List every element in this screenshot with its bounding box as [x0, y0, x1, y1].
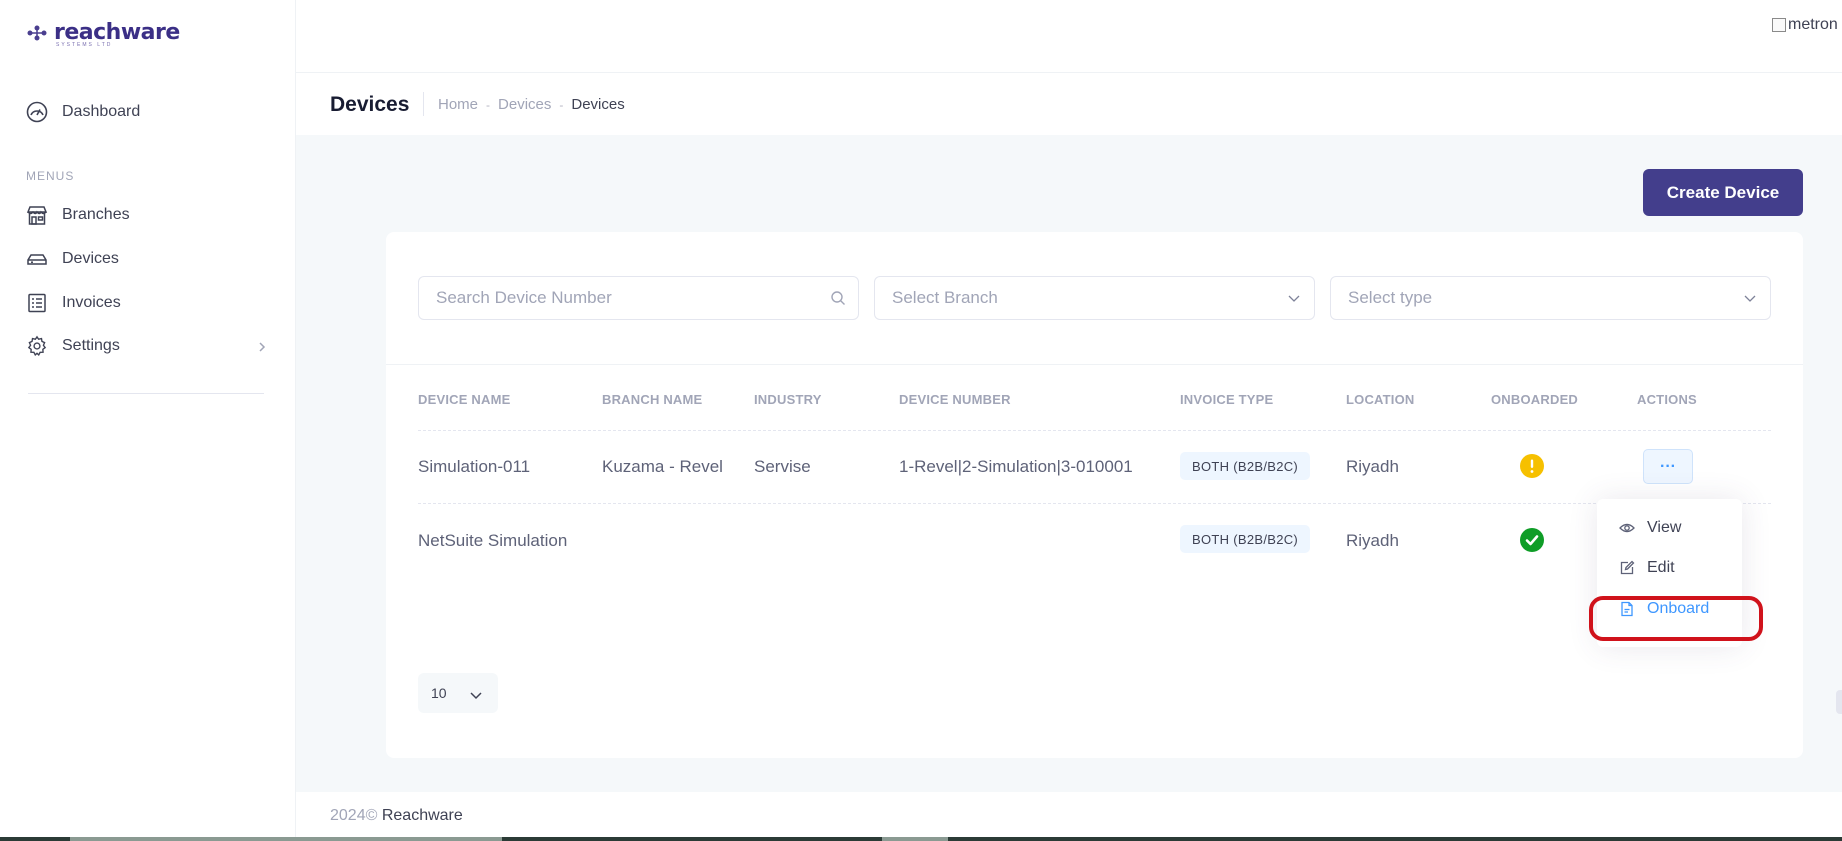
sidebar-item-dashboard[interactable]: Dashboard [26, 98, 140, 126]
store-icon [26, 204, 48, 226]
sidebar-item-branches[interactable]: Branches [26, 201, 130, 229]
menu-item-label: Edit [1647, 559, 1675, 576]
column-header-industry[interactable]: INDUSTRY [754, 392, 822, 407]
menus-section-title: MENUS [26, 169, 75, 183]
taskbar [0, 837, 1842, 841]
create-device-button[interactable]: Create Device [1643, 169, 1803, 216]
chevron-down-icon [1286, 290, 1302, 306]
sidebar-item-invoices[interactable]: Invoices [26, 289, 121, 317]
cell-device-number: 1-Revel|2-Simulation|3-010001 [899, 457, 1133, 476]
chevron-down-icon [470, 688, 482, 704]
sidebar-item-label: Dashboard [62, 103, 141, 120]
breadcrumb-home[interactable]: Home [438, 96, 478, 113]
sidebar-item-label: Invoices [62, 294, 121, 311]
cell-location: Riyadh [1346, 531, 1399, 550]
search-input[interactable] [436, 288, 816, 308]
logo-mark-icon [26, 23, 52, 43]
search-icon [830, 290, 846, 306]
footer-company-link[interactable]: Reachware [382, 807, 463, 824]
footer-copyright: 2024© Reachware [330, 807, 463, 825]
footer-year: 2024© [330, 807, 378, 824]
sidebar-item-devices[interactable]: Devices [26, 245, 119, 273]
column-header-onboarded[interactable]: ONBOARDED [1491, 392, 1578, 407]
sidebar-divider [28, 393, 264, 394]
branch-select[interactable]: Select Branch [874, 276, 1315, 320]
eye-icon [1619, 520, 1635, 536]
cell-device-name: Simulation-011 [418, 457, 531, 476]
invoice-type-badge: BOTH (B2B/B2C) [1180, 525, 1311, 553]
chevron-right-icon[interactable] [256, 340, 268, 352]
page-size-select[interactable]: 10 [418, 673, 498, 713]
cell-device-name: NetSuite Simulation [418, 531, 568, 550]
row-actions-button[interactable]: ··· [1643, 449, 1693, 484]
taskbar-segment [70, 837, 502, 841]
warning-icon [1520, 454, 1544, 478]
title-separator [423, 92, 424, 116]
devices-card: Select Branch Select type DEVICE NAME BR… [386, 232, 1803, 758]
branch-select-placeholder: Select Branch [892, 288, 998, 307]
search-field[interactable] [418, 276, 859, 320]
edge-scroll-tab[interactable] [1836, 690, 1842, 714]
sidebar-item-label: Devices [62, 250, 119, 267]
cell-location: Riyadh [1346, 457, 1399, 476]
menu-item-label: View [1647, 519, 1682, 536]
menu-item-edit[interactable]: Edit [1619, 559, 1675, 577]
sidebar: reachware SYSTEMS LTD Dashboard MENUS Br… [0, 0, 296, 841]
breadcrumb-separator: - [486, 97, 491, 112]
row-divider [418, 430, 1771, 431]
column-header-device-name[interactable]: DEVICE NAME [418, 392, 511, 407]
user-avatar[interactable]: metron [1772, 14, 1842, 36]
logo-subtitle: SYSTEMS LTD [56, 42, 113, 48]
column-header-actions: ACTIONS [1637, 392, 1697, 407]
menu-item-view[interactable]: View [1619, 519, 1681, 537]
column-header-branch-name[interactable]: BRANCH NAME [602, 392, 702, 407]
sidebar-item-settings[interactable]: Settings [26, 332, 120, 360]
cell-industry: Servise [754, 457, 811, 476]
type-select-placeholder: Select type [1348, 288, 1433, 307]
type-select[interactable]: Select type [1330, 276, 1771, 320]
sidebar-item-label: Branches [62, 206, 130, 223]
edit-icon [1619, 560, 1635, 576]
topbar: metron [296, 0, 1842, 73]
filters-divider [386, 364, 1803, 365]
sidebar-item-label: Settings [62, 337, 120, 354]
chevron-down-icon [1742, 290, 1758, 306]
taskbar-segment [882, 837, 948, 841]
device-icon [26, 248, 48, 270]
column-header-device-number[interactable]: DEVICE NUMBER [899, 392, 1011, 407]
page-title: Devices [330, 93, 410, 116]
column-header-invoice-type[interactable]: INVOICE TYPE [1180, 392, 1273, 407]
invoice-icon [26, 292, 48, 314]
cell-branch-name: Kuzama - Revel [602, 457, 723, 476]
breadcrumb: Home - Devices - Devices [438, 96, 625, 113]
breadcrumb-devices[interactable]: Devices [498, 96, 551, 113]
page-toolbar: Devices Home - Devices - Devices [296, 73, 1842, 135]
gear-icon [26, 335, 48, 357]
column-header-location[interactable]: LOCATION [1346, 392, 1415, 407]
footer: 2024© Reachware [296, 792, 1842, 841]
row-divider [418, 503, 1771, 504]
broken-image-icon [1772, 18, 1786, 32]
onboard-highlight-annotation [1589, 596, 1763, 641]
breadcrumb-current: Devices [571, 96, 625, 113]
breadcrumb-separator: - [559, 97, 564, 112]
dashboard-icon [26, 101, 48, 123]
invoice-type-badge: BOTH (B2B/B2C) [1180, 452, 1311, 480]
check-circle-icon [1520, 528, 1544, 552]
avatar-alt-text: metron [1788, 16, 1838, 33]
page-size-value: 10 [431, 685, 447, 701]
